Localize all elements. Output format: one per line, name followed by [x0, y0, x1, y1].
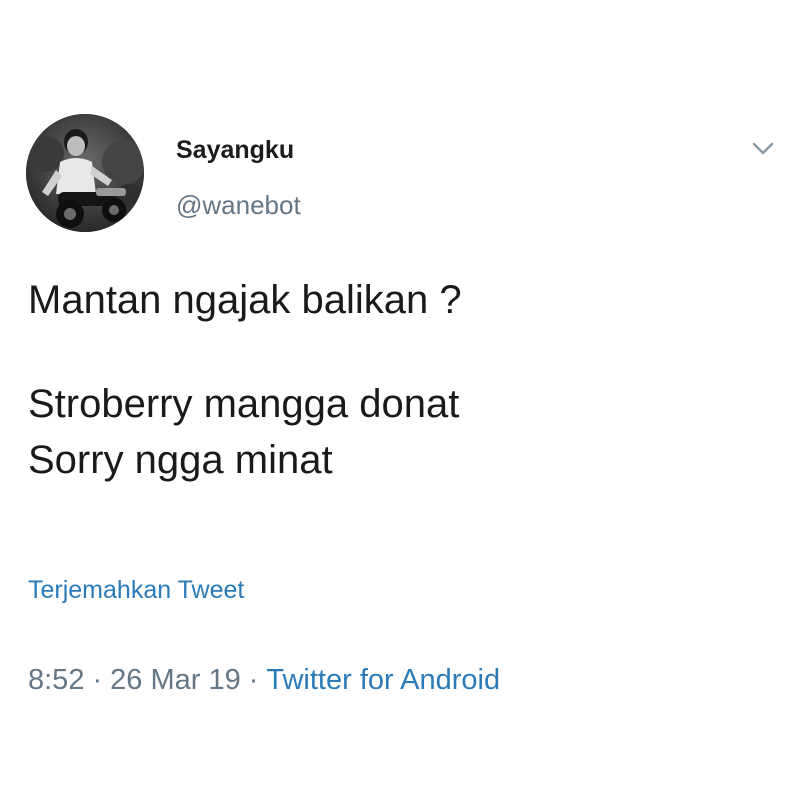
author-display-name[interactable]: Sayangku	[176, 136, 294, 165]
tweet-text: Mantan ngajak balikan ? Stroberry mangga…	[28, 272, 768, 488]
author-handle[interactable]: @wanebot	[176, 190, 301, 221]
tweet-text-line: Mantan ngajak balikan ?	[28, 278, 462, 322]
tweet-card: Sayangku @wanebot Mantan ngajak balikan …	[0, 0, 800, 800]
tweet-text-line: Stroberry mangga donat	[28, 382, 460, 426]
more-options-button[interactable]	[748, 136, 778, 160]
meta-separator: ·	[248, 664, 259, 696]
tweet-date: 26 Mar 19	[110, 664, 241, 696]
tweet-time: 8:52	[28, 664, 85, 696]
translate-tweet-link[interactable]: Terjemahkan Tweet	[28, 576, 244, 605]
meta-separator: ·	[92, 664, 103, 696]
avatar[interactable]	[26, 114, 144, 232]
tweet-metadata: 8:52 · 26 Mar 19 · Twitter for Android	[28, 664, 500, 697]
avatar-photo	[26, 114, 144, 232]
chevron-down-icon	[752, 142, 774, 155]
line-break	[28, 328, 768, 376]
tweet-source-link[interactable]: Twitter for Android	[266, 664, 500, 696]
tweet-text-line: Sorry ngga minat	[28, 438, 333, 482]
